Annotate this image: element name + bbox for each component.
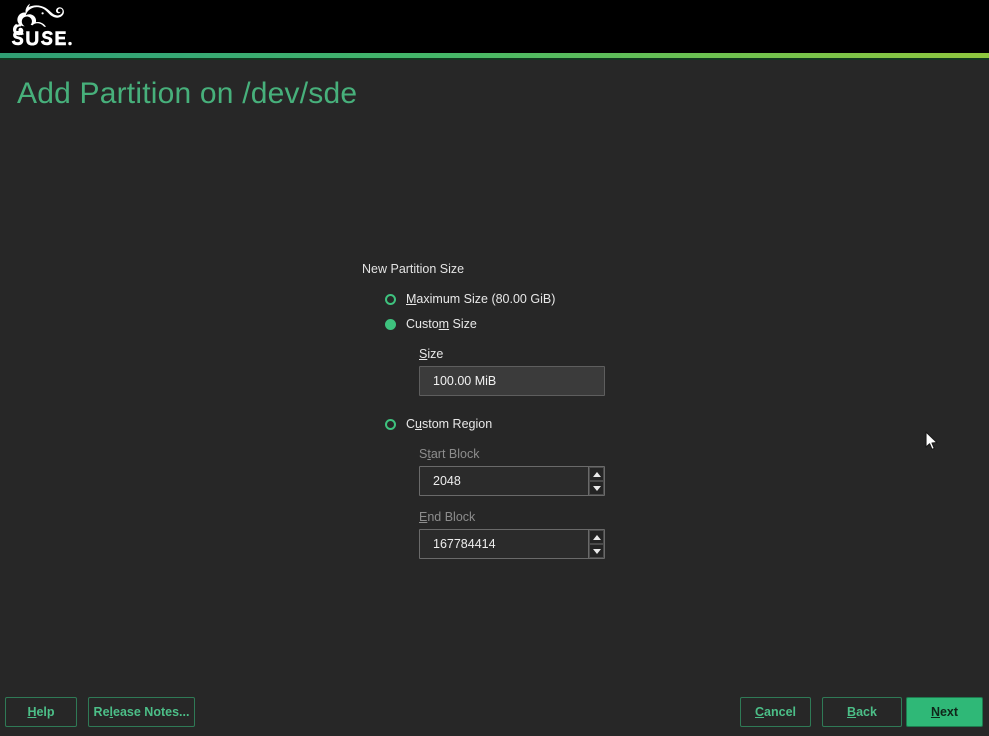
radio-option-custom-size[interactable]: Custom Size [385, 314, 782, 334]
label-mnemonic: H [27, 705, 37, 719]
end-block-spinner [588, 530, 604, 558]
label-suffix: nd Block [427, 510, 476, 524]
start-block-spinner-up-icon[interactable] [589, 467, 604, 481]
next-button[interactable]: Next [906, 697, 983, 727]
start-block-input[interactable] [419, 466, 605, 496]
end-block-spinner-down-icon[interactable] [589, 544, 604, 558]
size-field-label: Size [419, 347, 782, 361]
cancel-button[interactable]: Cancel [740, 697, 811, 727]
radio-indicator-custom-region [385, 418, 396, 430]
label-suffix: stom Region [421, 417, 493, 431]
label-mnemonic: N [930, 705, 940, 719]
label-mnemonic: u [415, 417, 422, 431]
end-block-input[interactable] [419, 529, 605, 559]
radio-label-maximum-size: Maximum Size (80.00 GiB) [406, 292, 555, 306]
form-group-label: New Partition Size [362, 262, 465, 276]
label-suffix: Size [449, 317, 477, 331]
label-mnemonic: M [406, 292, 417, 306]
end-block-input-wrapper [419, 529, 605, 559]
radio-option-custom-region[interactable]: Custom Region [385, 414, 782, 434]
label-suffix: ize [427, 347, 444, 361]
end-block-spinner-up-icon[interactable] [589, 530, 604, 544]
arrow-pointer-icon [925, 431, 939, 451]
label-prefix: Custo [406, 317, 439, 331]
start-block-spinner-down-icon[interactable] [589, 481, 604, 495]
label-suffix: aximum Size (80.00 GiB) [416, 292, 556, 306]
label-suffix: ancel [764, 705, 796, 719]
label-mnemonic: B [847, 705, 857, 719]
radio-label-custom-region: Custom Region [406, 417, 492, 431]
label-mnemonic: m [438, 317, 450, 331]
size-input-wrapper [419, 366, 605, 396]
release-notes-button[interactable]: Re l ease Notes... [88, 697, 195, 727]
dialog-button-bar: Help Re l ease Notes... Cancel Back Next [0, 687, 989, 736]
header-accent-rule-shadow [0, 58, 989, 60]
back-button[interactable]: Back [822, 697, 902, 727]
label-suffix: ext [939, 705, 959, 719]
radio-option-maximum-size[interactable]: Maximum Size (80.00 GiB) [385, 289, 782, 309]
label-prefix: C [406, 417, 416, 431]
radio-indicator-custom-size [385, 318, 396, 330]
label-suffix: ease Notes... [113, 705, 190, 719]
label-suffix: elp [36, 705, 55, 719]
label-suffix: ack [856, 705, 877, 719]
label-mnemonic: C [755, 705, 765, 719]
new-partition-size-form: New Partition Size Maximum Size (80.00 G… [362, 262, 782, 559]
radio-label-custom-size: Custom Size [406, 317, 477, 331]
suse-chameleon-logo [8, 3, 92, 49]
end-block-field-label: End Block [419, 510, 782, 524]
label-suffix: art Block [430, 447, 480, 461]
help-button[interactable]: Help [5, 697, 77, 727]
size-input[interactable] [419, 366, 605, 396]
page-title: Add Partition on /dev/sde [17, 77, 358, 110]
start-block-field-label: Start Block [419, 447, 782, 461]
radio-indicator-maximum-size [385, 293, 396, 305]
start-block-spinner [588, 467, 604, 495]
label-prefix: Re [93, 705, 110, 719]
app-header [0, 0, 989, 53]
start-block-input-wrapper [419, 466, 605, 496]
